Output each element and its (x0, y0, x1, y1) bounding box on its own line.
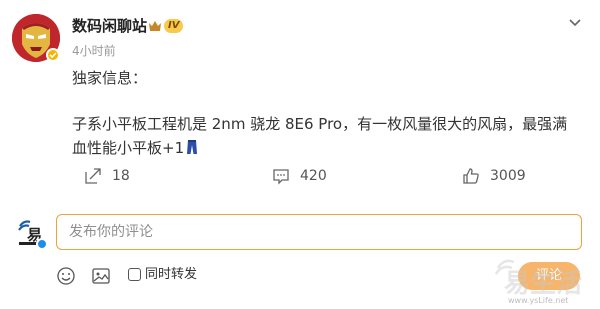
like-count: 3009 (490, 168, 526, 184)
repost-icon (85, 168, 101, 184)
repost-checkbox[interactable] (128, 268, 141, 281)
crown-icon (149, 21, 161, 31)
thumbs-up-icon (463, 168, 479, 184)
comment-button[interactable]: 420 (272, 165, 327, 187)
post-text-line-1: 独家信息： (72, 69, 148, 87)
repost-checkbox-label[interactable]: 同时转发 (145, 266, 197, 284)
comment-count: 420 (300, 168, 327, 184)
level-label: IV (164, 19, 184, 33)
image-icon[interactable] (91, 266, 111, 286)
submit-comment-button[interactable]: 评论 (518, 262, 580, 290)
jeans-emoji-icon (187, 140, 198, 154)
chevron-down-icon[interactable] (566, 14, 584, 32)
post-text-content: 子系小平板工程机是 2nm 骁龙 8E6 Pro，有一枚风量很大的风扇，最强满血… (72, 115, 568, 157)
check-icon (49, 52, 57, 59)
comment-icon (273, 169, 289, 185)
repost-button[interactable]: 18 (84, 165, 130, 187)
post-text-line-2: 子系小平板工程机是 2nm 骁龙 8E6 Pro，有一枚风量很大的风扇，最强满血… (72, 112, 582, 160)
author-name[interactable]: 数码闲聊站 (72, 16, 147, 36)
emoji-icon[interactable] (56, 266, 76, 286)
comment-input[interactable] (56, 214, 582, 250)
like-button[interactable]: 3009 (462, 165, 526, 187)
blue-verify-badge (36, 238, 48, 250)
gold-verify-badge (46, 48, 60, 62)
repost-count: 18 (112, 168, 130, 184)
post-timestamp[interactable]: 4小时前 (72, 42, 116, 59)
level-badge[interactable]: IV (148, 18, 184, 34)
watermark-url: www.ysLife.net (508, 296, 569, 305)
